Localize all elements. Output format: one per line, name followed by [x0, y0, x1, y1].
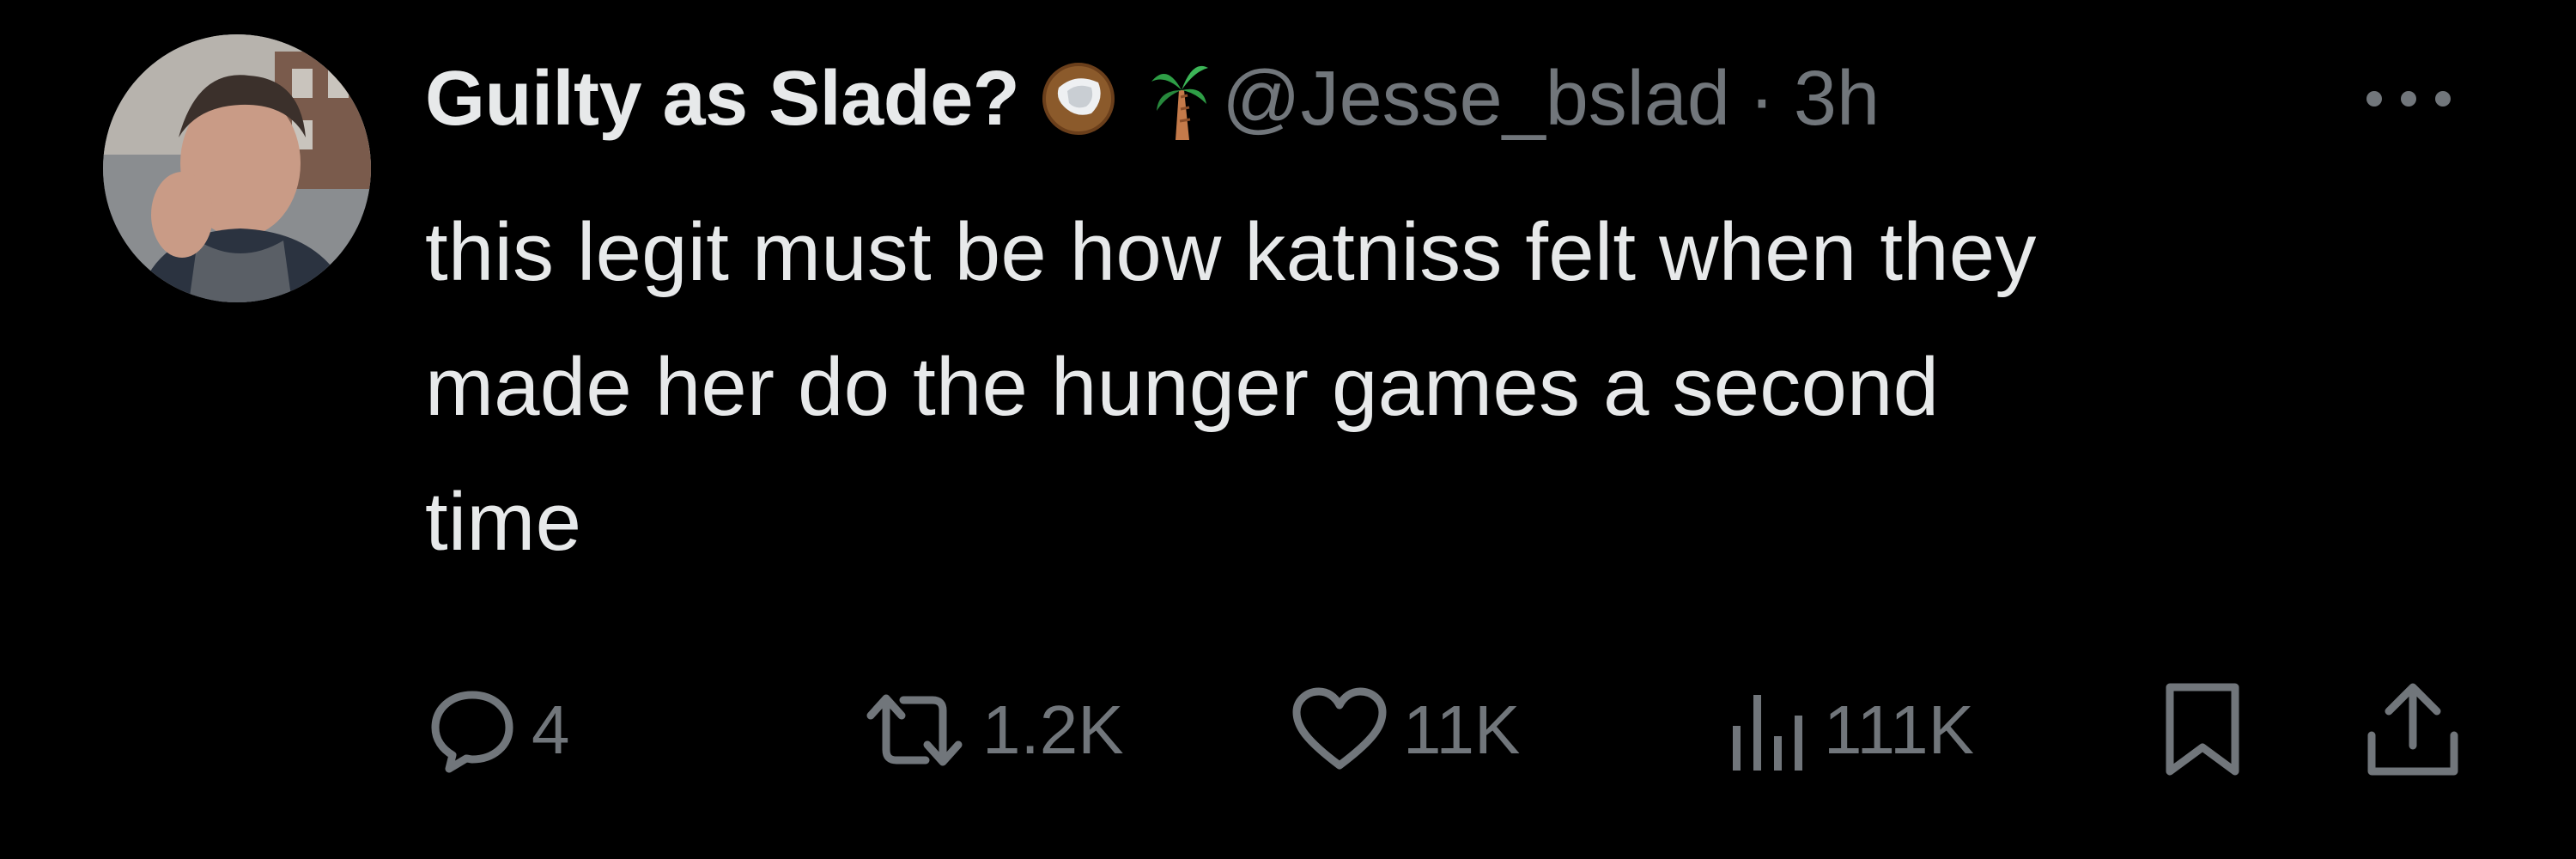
avatar[interactable] [103, 34, 371, 302]
palm-tree-emoji-icon [1150, 56, 1210, 142]
share-icon [2361, 679, 2464, 782]
action-bar: 4 1.2K 11K 111K [425, 679, 2503, 782]
tweet-card[interactable]: Guilty as Slade? @Jesse_bslad · 3h this … [0, 0, 2576, 859]
tweet-header: Guilty as Slade? @Jesse_bslad · 3h [425, 34, 1880, 163]
bookmark-icon [2160, 679, 2245, 782]
bookmark-button[interactable] [2160, 679, 2245, 782]
reply-button[interactable]: 4 [425, 679, 570, 782]
heart-icon [1288, 683, 1391, 777]
retweet-icon [859, 683, 970, 777]
tweet-timestamp[interactable]: 3h [1794, 55, 1880, 143]
reply-icon [425, 683, 519, 777]
tweet-text: this legit must be how katniss felt when… [425, 185, 2486, 589]
tweet-text-line: this legit must be how katniss felt when… [425, 206, 2037, 298]
view-count: 111K [1824, 691, 1974, 768]
share-button[interactable] [2361, 679, 2464, 782]
views-button[interactable]: 111K [1726, 679, 1974, 782]
views-chart-icon [1726, 683, 1812, 777]
like-count: 11K [1403, 691, 1521, 768]
author-handle[interactable]: @Jesse_bslad [1222, 55, 1730, 143]
like-button[interactable]: 11K [1288, 679, 1520, 782]
retweet-button[interactable]: 1.2K [859, 679, 1124, 782]
coconut-emoji-icon [1042, 62, 1115, 136]
more-options-icon[interactable] [2357, 77, 2460, 120]
reply-count: 4 [532, 691, 570, 768]
retweet-count: 1.2K [982, 691, 1124, 768]
avatar-image [103, 34, 371, 302]
separator-dot: · [1748, 55, 1775, 142]
tweet-text-line: time [425, 476, 582, 568]
tweet-text-line: made her do the hunger games a second [425, 341, 1940, 433]
display-name[interactable]: Guilty as Slade? [425, 55, 1020, 143]
